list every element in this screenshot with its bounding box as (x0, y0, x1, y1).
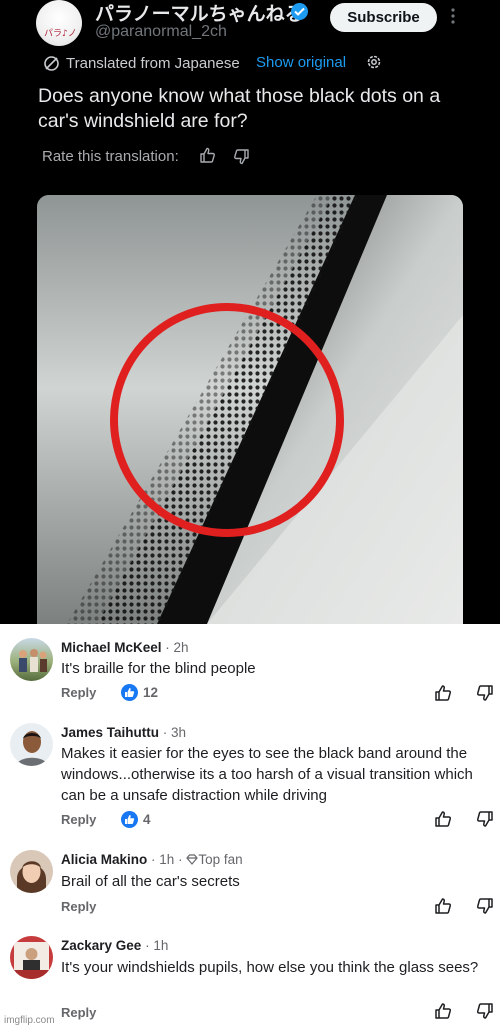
thumbs-up-icon[interactable] (434, 684, 452, 702)
translated-label: Translated from Japanese (66, 54, 240, 72)
show-original-link[interactable]: Show original (256, 54, 346, 71)
watermark: imgflip.com (4, 1015, 55, 1026)
avatar[interactable] (10, 936, 53, 979)
like-badge-icon (121, 684, 138, 701)
thumbs-up-icon[interactable] (434, 810, 452, 828)
like-count-value: 12 (143, 685, 159, 700)
avatar[interactable] (10, 723, 53, 766)
like-count-value: 4 (143, 812, 151, 827)
comment-text: It's braille for the blind people (61, 660, 256, 677)
tweet-card: パラ♪ノ パラノーマルちゃんねる @paranormal_2ch Subscri… (0, 0, 500, 624)
comment-author[interactable]: Zackary Gee · 1h (61, 938, 168, 953)
thumbs-up-icon[interactable] (199, 147, 216, 164)
account-avatar[interactable]: パラ♪ノ (36, 0, 82, 46)
comment-time: 1h (159, 852, 175, 867)
more-vertical-icon[interactable] (449, 8, 457, 28)
comment-time: 3h (171, 725, 187, 740)
like-count[interactable]: 4 (121, 811, 151, 828)
translated-notice: Translated from Japanese (43, 53, 240, 73)
comment-time: 2h (173, 640, 189, 655)
thumbs-down-icon[interactable] (476, 810, 494, 828)
like-count[interactable]: 12 (121, 684, 158, 701)
account-handle[interactable]: @paranormal_2ch (95, 23, 227, 41)
thumbs-up-icon[interactable] (434, 897, 452, 915)
comment-author[interactable]: Alicia Makino · 1h · Top fan (61, 852, 243, 867)
avatar-logo-text: パラ♪ノ (44, 29, 77, 39)
thumbs-up-icon[interactable] (434, 1002, 452, 1020)
rate-translation-label: Rate this translation: (42, 148, 179, 165)
reply-button[interactable]: Reply (61, 899, 96, 914)
comment-time: 1h (153, 938, 169, 953)
comment-author[interactable]: James Taihuttu · 3h (61, 725, 186, 740)
windshield-photo[interactable] (37, 195, 463, 624)
verified-badge-icon (291, 3, 308, 20)
reply-button[interactable]: Reply (61, 1005, 96, 1020)
gear-icon[interactable] (365, 53, 383, 71)
comment-text: It's your windshields pupils, how else y… (61, 959, 479, 976)
tweet-text: Does anyone know what those black dots o… (38, 85, 441, 132)
comment-text: Makes it easier for the eyes to see the … (61, 745, 473, 804)
avatar[interactable] (10, 850, 53, 893)
top-fan-badge: Top fan (198, 852, 243, 867)
reply-button[interactable]: Reply (61, 685, 96, 700)
comment-author[interactable]: Michael McKeel · 2h (61, 640, 189, 655)
like-badge-icon (121, 811, 138, 828)
avatar[interactable] (10, 638, 53, 681)
subscribe-button[interactable]: Subscribe (330, 3, 437, 32)
diamond-icon (186, 854, 199, 865)
thumbs-down-icon[interactable] (476, 684, 494, 702)
reply-button[interactable]: Reply (61, 812, 96, 827)
thumbs-down-icon[interactable] (476, 897, 494, 915)
comment-text: Brail of all the car's secrets (61, 873, 240, 890)
thumbs-down-icon[interactable] (233, 148, 250, 165)
thumbs-down-icon[interactable] (476, 1002, 494, 1020)
translate-slash-icon (44, 55, 59, 71)
